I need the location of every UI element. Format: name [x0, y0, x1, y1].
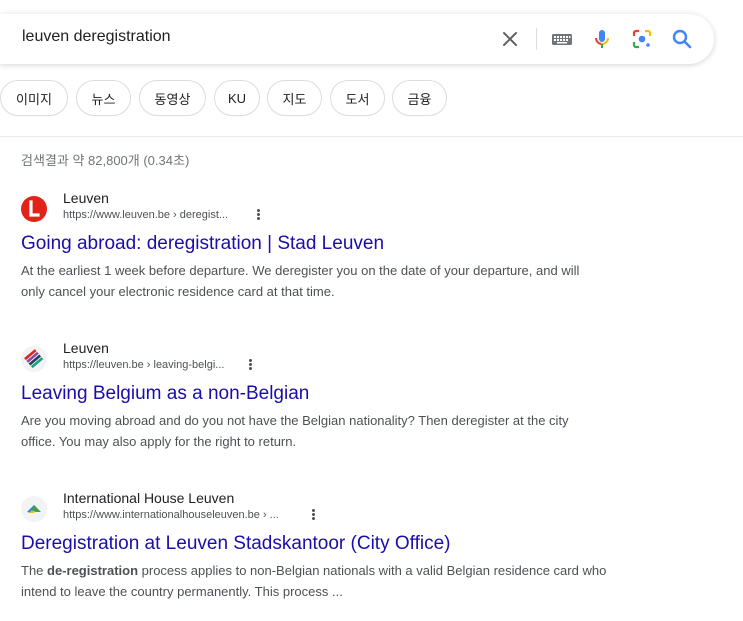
- more-options-icon[interactable]: [245, 358, 255, 372]
- search-result: Leuven https://leuven.be › leaving-belgi…: [21, 338, 661, 452]
- international-house-logo-icon: [21, 496, 47, 522]
- search-icon[interactable]: [670, 27, 694, 51]
- tab-maps[interactable]: 지도: [267, 80, 322, 116]
- result-title[interactable]: Leaving Belgium as a non-Belgian: [21, 382, 661, 406]
- more-options-icon[interactable]: [308, 508, 318, 522]
- search-bar: leuven deregistration: [0, 14, 714, 64]
- tab-ku[interactable]: KU: [214, 80, 260, 116]
- search-input[interactable]: leuven deregistration: [22, 28, 171, 46]
- tab-images[interactable]: 이미지: [0, 80, 68, 116]
- snippet-highlight: de-registration: [47, 563, 139, 578]
- result-title[interactable]: Going abroad: deregistration | Stad Leuv…: [21, 232, 661, 256]
- result-source[interactable]: Leuven https://leuven.be › leaving-belgi…: [21, 338, 661, 378]
- snippet-line: Are you moving abroad and do you not hav…: [21, 413, 569, 428]
- search-divider: [536, 28, 537, 50]
- leuven-favicon-icon: [21, 196, 47, 222]
- clear-icon[interactable]: [498, 27, 522, 51]
- result-site-name: Leuven: [63, 190, 109, 206]
- result-source[interactable]: Leuven https://www.leuven.be › deregist.…: [21, 188, 661, 228]
- snippet-line: office. You may also apply for the right…: [21, 434, 297, 449]
- result-url: https://www.internationalhouseleuven.be …: [63, 509, 279, 521]
- result-site-name: International House Leuven: [63, 490, 235, 506]
- result-url: https://leuven.be › leaving-belgi...: [63, 359, 225, 371]
- result-url: https://www.leuven.be › deregist...: [63, 209, 229, 221]
- snippet-line: At the earliest 1 week before departure.…: [21, 263, 580, 278]
- result-snippet: Are you moving abroad and do you not hav…: [21, 410, 661, 452]
- snippet-text: The: [21, 563, 48, 578]
- tab-books[interactable]: 도서: [330, 80, 385, 116]
- result-snippet: At the earliest 1 week before departure.…: [21, 260, 661, 302]
- mic-icon[interactable]: [590, 27, 614, 51]
- search-result: International House Leuven https://www.i…: [21, 488, 661, 602]
- result-site-name: Leuven: [63, 340, 109, 356]
- more-options-icon[interactable]: [253, 208, 263, 222]
- tabs-divider: [0, 136, 743, 137]
- leuven-logo-icon: [21, 346, 47, 372]
- snippet-text: process applies to non-Belgian nationals…: [138, 563, 607, 578]
- tab-finance[interactable]: 금융: [392, 80, 447, 116]
- result-stats: 검색결과 약 82,800개 (0.34초): [21, 153, 190, 168]
- result-source[interactable]: International House Leuven https://www.i…: [21, 488, 661, 528]
- snippet-line: intend to leave the country permanently.…: [21, 584, 343, 599]
- result-title[interactable]: Deregistration at Leuven Stadskantoor (C…: [21, 532, 661, 556]
- tab-videos[interactable]: 동영상: [139, 80, 206, 116]
- keyboard-icon[interactable]: [550, 27, 574, 51]
- result-snippet: The de-registration process applies to n…: [21, 560, 661, 602]
- lens-icon[interactable]: [630, 27, 654, 51]
- search-result: Leuven https://www.leuven.be › deregist.…: [21, 188, 661, 302]
- snippet-line: only cancel your electronic residence ca…: [21, 284, 335, 299]
- tab-news[interactable]: 뉴스: [76, 80, 131, 116]
